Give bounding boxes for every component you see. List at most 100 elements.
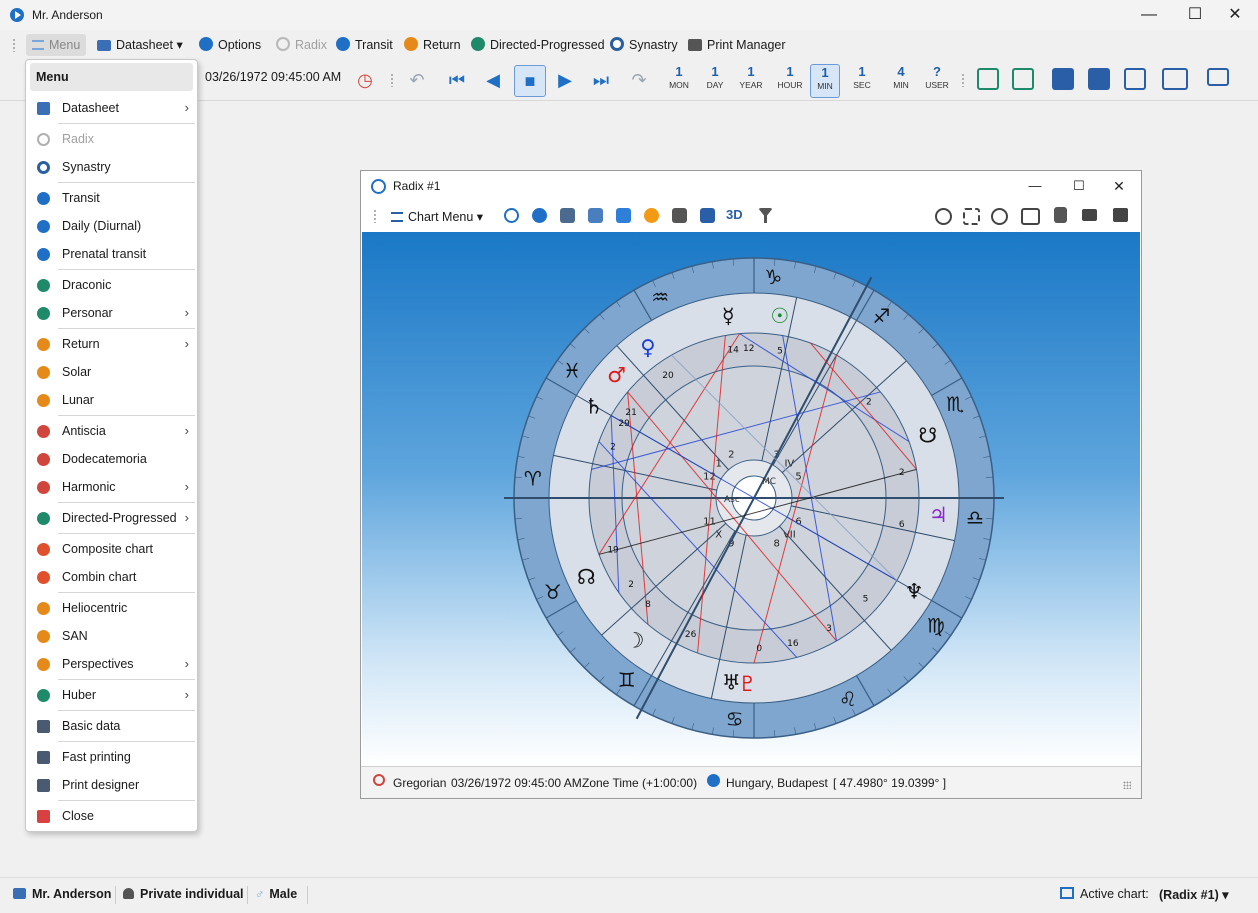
toolbar-grip-3[interactable] xyxy=(961,73,965,87)
step-day[interactable]: 1 DAY xyxy=(701,64,729,96)
menu-item-combin-chart[interactable]: Combin chart xyxy=(26,564,197,590)
printer-icon[interactable] xyxy=(1113,208,1128,222)
radix-button[interactable]: Radix xyxy=(276,36,327,54)
undo-icon[interactable]: ↶ xyxy=(404,67,430,93)
sort-icon[interactable] xyxy=(560,208,575,223)
step-hour[interactable]: 1 HOUR xyxy=(776,64,804,96)
clock-icon xyxy=(373,774,385,786)
chart-toolbar-grip[interactable] xyxy=(373,209,377,223)
menu-item-harmonic[interactable]: Harmonic › xyxy=(26,474,197,500)
menu-item-transit[interactable]: Transit xyxy=(26,185,197,211)
menu-item-dodecatemoria[interactable]: Dodecatemoria xyxy=(26,446,197,472)
options-button[interactable]: Options xyxy=(199,36,261,54)
menu-item-close[interactable]: Close xyxy=(26,803,197,829)
active-chart-selector[interactable]: (Radix #1) ▾ xyxy=(1159,887,1229,902)
chart-minimize-button[interactable]: — xyxy=(1013,171,1057,201)
status-type[interactable]: Private individual xyxy=(123,887,244,901)
menu-item-lunar[interactable]: Lunar xyxy=(26,387,197,413)
cascade-icon[interactable] xyxy=(1124,68,1146,90)
menu-item-antiscia[interactable]: Antiscia › xyxy=(26,418,197,444)
house-number: 1 xyxy=(715,459,721,470)
toolbar-grip[interactable] xyxy=(12,38,16,52)
menu-item-personar[interactable]: Personar › xyxy=(26,300,197,326)
menu-item-fast-printing[interactable]: Fast printing xyxy=(26,744,197,770)
clipboard-icon[interactable] xyxy=(1054,207,1067,223)
resize-grip[interactable] xyxy=(1123,781,1131,789)
previous-icon[interactable]: ◀ xyxy=(480,67,506,93)
menu-item-label: Prenatal transit xyxy=(62,247,147,261)
chart-maximize-button[interactable]: ☐ xyxy=(1057,171,1101,201)
menu-separator xyxy=(58,415,195,416)
chart-close-button[interactable]: ✕ xyxy=(1097,171,1141,201)
zoom-fit-icon[interactable] xyxy=(963,208,980,225)
menu-item-directed-progressed[interactable]: Directed-Progressed › xyxy=(26,505,197,531)
toolbar-grip-2[interactable] xyxy=(390,73,394,87)
first-icon[interactable]: ⏮ xyxy=(444,67,470,93)
close-button[interactable]: ✕ xyxy=(1212,0,1258,30)
camera-icon[interactable] xyxy=(1082,209,1097,221)
step-minute[interactable]: 1 MIN xyxy=(810,64,840,98)
menu-item-datasheet[interactable]: Datasheet › xyxy=(26,95,197,121)
datasheet-button[interactable]: Datasheet ▾ xyxy=(97,36,183,54)
close-window-icon[interactable] xyxy=(1207,68,1229,86)
table-icon[interactable] xyxy=(588,208,603,223)
aspect-icon[interactable] xyxy=(977,68,999,90)
zoom-out-icon[interactable] xyxy=(991,208,1008,225)
chart-wheel[interactable]: 12123IV56VII89X11AscMC♈♉♊♋♌♍♎♏♐♑♒♓☉♀♂♃♄♅… xyxy=(362,232,1140,765)
tile-vertical-icon[interactable] xyxy=(1088,68,1110,90)
info-icon[interactable] xyxy=(532,208,547,223)
directed-progressed-button[interactable]: Directed-Progressed xyxy=(471,36,605,54)
step-user[interactable]: ? USER xyxy=(923,64,951,96)
next-icon[interactable]: ▶ xyxy=(552,67,578,93)
tree-icon[interactable] xyxy=(700,208,715,223)
divider xyxy=(307,886,308,904)
menu-item-radix[interactable]: Radix xyxy=(26,126,197,152)
menu-item-san[interactable]: SAN xyxy=(26,623,197,649)
last-icon[interactable]: ⏭ xyxy=(588,67,614,93)
menu-item-solar[interactable]: Solar xyxy=(26,359,197,385)
status-user[interactable]: Mr. Anderson xyxy=(13,887,111,901)
zoom-in-icon[interactable] xyxy=(935,208,952,225)
time-zone: Zone Time (+1:00:00) xyxy=(582,776,698,790)
refresh-icon[interactable] xyxy=(1012,68,1034,90)
3d-view-icon[interactable]: 3D xyxy=(726,207,744,223)
menu-item-prenatal-transit[interactable]: Prenatal transit xyxy=(26,241,197,267)
3d-icon[interactable] xyxy=(504,208,519,223)
transit-button[interactable]: Transit xyxy=(336,36,393,54)
chevron-right-icon: › xyxy=(184,479,189,494)
print-manager-button[interactable]: Print Manager xyxy=(688,36,786,54)
chart-menu-button[interactable]: Chart Menu ▾ xyxy=(391,208,483,226)
menu-item-heliocentric[interactable]: Heliocentric xyxy=(26,595,197,621)
return-button[interactable]: Return xyxy=(404,36,461,54)
synastry-button[interactable]: Synastry xyxy=(610,36,678,54)
step-year[interactable]: 1 YEAR xyxy=(737,64,765,96)
menu-item-print-designer[interactable]: Print designer xyxy=(26,772,197,798)
sun-icon[interactable] xyxy=(644,208,659,223)
stop-button[interactable]: ■ xyxy=(514,65,546,97)
step-4-minutes[interactable]: 4 MIN xyxy=(887,64,915,96)
image-icon[interactable] xyxy=(1021,208,1040,225)
step-month[interactable]: 1 MON xyxy=(665,64,693,96)
bar-chart-icon[interactable] xyxy=(616,208,631,223)
cube-icon[interactable] xyxy=(672,208,687,223)
menu-item-perspectives[interactable]: Perspectives › xyxy=(26,651,197,677)
menu-item-return[interactable]: Return › xyxy=(26,331,197,357)
step-second[interactable]: 1 SEC xyxy=(848,64,876,96)
redo-icon[interactable]: ↷ xyxy=(626,67,652,93)
menu-item-basic-data[interactable]: Basic data xyxy=(26,713,197,739)
tile-horizontal-icon[interactable] xyxy=(1052,68,1074,90)
menu-item-composite-chart[interactable]: Composite chart xyxy=(26,536,197,562)
clock-icon[interactable]: ◷ xyxy=(352,67,378,93)
zodiac-sign: ♈ xyxy=(524,467,542,491)
chart-canvas[interactable]: 12123IV56VII89X11AscMC♈♉♊♋♌♍♎♏♐♑♒♓☉♀♂♃♄♅… xyxy=(362,232,1140,765)
main-toolbar: Menu Datasheet ▾ Options Radix Transit R… xyxy=(0,30,1258,60)
minimize-button[interactable]: — xyxy=(1126,0,1172,30)
window-list-icon[interactable] xyxy=(1162,68,1188,90)
status-sex[interactable]: ♂ Male xyxy=(255,887,297,901)
menu-item-daily-diurnal[interactable]: Daily (Diurnal) xyxy=(26,213,197,239)
filter-icon[interactable] xyxy=(758,208,773,223)
menu-button[interactable]: Menu xyxy=(26,34,87,56)
menu-item-synastry[interactable]: Synastry xyxy=(26,154,197,180)
menu-item-huber[interactable]: Huber › xyxy=(26,682,197,708)
menu-item-draconic[interactable]: Draconic xyxy=(26,272,197,298)
